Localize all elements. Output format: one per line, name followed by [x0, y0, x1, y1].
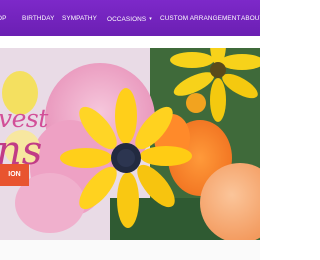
nav-item-occasions[interactable]: OCCASIONS ▾ — [107, 13, 152, 25]
nav-spacer — [0, 36, 260, 48]
nav-item-about[interactable]: ABOUT — [241, 13, 260, 25]
nav-item-occasions-label: OCCASIONS — [107, 16, 147, 23]
hero-cta-button[interactable]: ION — [0, 164, 29, 186]
top-navigation-bar: OP BIRTHDAY SYMPATHY OCCASIONS▾ CUSTOM A… — [0, 0, 260, 36]
page-body-strip — [0, 240, 260, 260]
chevron-down-icon: ▾ — [149, 16, 152, 22]
hero-banner[interactable]: vest ns ION — [0, 48, 260, 240]
nav-item-custom-arrangement[interactable]: CUSTOM ARRANGEMENT — [160, 13, 241, 25]
nav-item-birthday[interactable]: BIRTHDAY — [22, 13, 55, 25]
nav-item-sympathy[interactable]: SYMPATHY — [62, 13, 97, 25]
nav-item-shop[interactable]: OP — [0, 13, 6, 25]
